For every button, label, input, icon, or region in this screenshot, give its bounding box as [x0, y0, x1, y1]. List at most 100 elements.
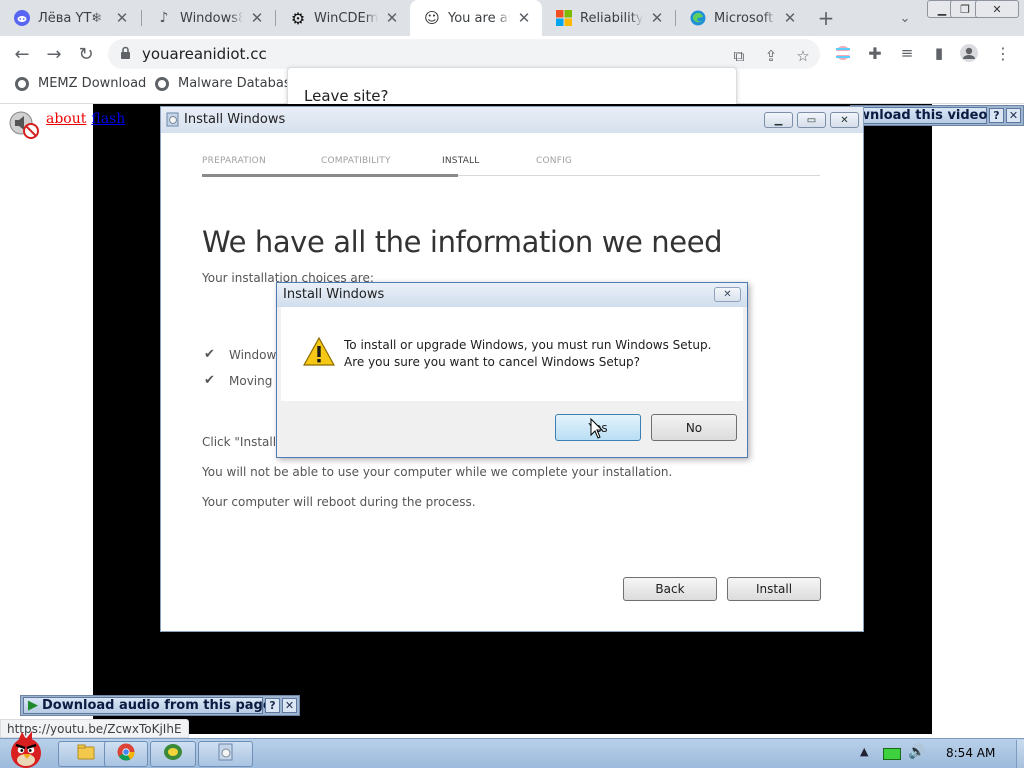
smiley-icon: ☺	[424, 9, 440, 27]
extension-flag-icon[interactable]	[832, 42, 854, 64]
step-install: INSTALL	[442, 156, 480, 166]
dialog-title: Install Windows	[283, 287, 385, 302]
tab-close-icon[interactable]: ✕	[247, 8, 267, 28]
page-links: about flash	[46, 111, 130, 127]
setup-disc-icon	[218, 743, 234, 765]
tab-title: WinCDEmu	[314, 10, 378, 26]
side-panel-icon[interactable]: ▮	[928, 42, 950, 64]
download-audio-button[interactable]: ▶ Download audio from this page	[23, 697, 272, 714]
chrome-icon	[117, 743, 135, 765]
close-icon[interactable]: ✕	[1006, 108, 1021, 123]
download-video-bar: wnload this video ? ✕	[850, 105, 1024, 126]
forward-arrow-icon[interactable]: →	[40, 40, 68, 68]
globe-icon	[155, 76, 169, 91]
tab-search-chevron-icon[interactable]: ⌄	[894, 7, 916, 29]
tab-close-icon[interactable]: ✕	[780, 8, 800, 28]
install-button[interactable]: Install	[727, 577, 821, 601]
setup-heading: We have all the information we need	[202, 225, 723, 259]
taskbar-setup-button[interactable]	[198, 741, 253, 767]
choice-windows: Windows	[229, 348, 283, 362]
bookmark-label: Malware Database	[178, 76, 299, 91]
angry-bird-start-icon[interactable]	[2, 729, 52, 769]
tab-close-icon[interactable]: ✕	[112, 8, 132, 28]
dialog-title-bar: Install Windows ✕	[277, 283, 747, 307]
tab-reliability[interactable]: Reliability a ✕	[542, 0, 675, 36]
step-preparation: PREPARATION	[202, 156, 266, 166]
back-arrow-icon[interactable]: ←	[8, 40, 36, 68]
leave-site-title: Leave site?	[304, 87, 389, 105]
bookmark-malware-database[interactable]: Malware Database	[155, 76, 299, 91]
tab-leva[interactable]: Лёва YT❄ ✕	[0, 0, 140, 36]
bookmark-label: MEMZ Download	[38, 76, 147, 91]
tab-title: You are an I	[448, 10, 510, 26]
no-button[interactable]: No	[651, 414, 737, 441]
share-icon[interactable]: ⇪	[760, 45, 782, 67]
extensions-puzzle-icon[interactable]: ✚	[864, 42, 886, 64]
dialog-message: To install or upgrade Windows, you must …	[344, 337, 711, 371]
setup-title-bar: Install Windows ▁ ▭ ✕	[161, 107, 863, 133]
download-video-button[interactable]: wnload this video	[851, 107, 987, 124]
show-desktop-button[interactable]	[1016, 740, 1024, 768]
media-control-icon[interactable]: ≡	[896, 42, 918, 64]
dialog-message-line1: To install or upgrade Windows, you must …	[344, 338, 712, 352]
tab-title: Microsoft E	[714, 10, 776, 26]
setup-close-button[interactable]: ✕	[830, 112, 859, 128]
step-compatibility: COMPATIBILITY	[321, 156, 391, 166]
tab-title: Reliability a	[580, 10, 643, 26]
tray-expand-icon[interactable]: ▲	[860, 745, 868, 758]
no-use-note: You will not be able to use your compute…	[202, 465, 673, 479]
close-icon[interactable]: ✕	[282, 698, 297, 713]
battery-icon[interactable]	[883, 748, 901, 760]
gear-icon: ⚙	[290, 8, 306, 28]
setup-minimize-button[interactable]: ▁	[764, 112, 793, 128]
back-button[interactable]: Back	[623, 577, 717, 601]
bookmark-star-icon[interactable]: ☆	[792, 45, 814, 67]
media-player-icon	[163, 743, 183, 765]
bookmark-memz-download[interactable]: MEMZ Download	[15, 76, 146, 91]
music-note-icon: ♪	[159, 10, 169, 26]
click-install-text: Click "Install"	[202, 435, 282, 449]
cancel-setup-dialog: Install Windows ✕ To install or upgrade …	[276, 282, 748, 458]
tab-title: Windows8-	[180, 10, 243, 26]
window-close-button[interactable]: ✕	[975, 0, 1019, 18]
step-config: CONFIG	[536, 156, 573, 166]
taskbar-chrome-button[interactable]	[104, 741, 148, 767]
tab-microsoft-edge[interactable]: Microsoft E ✕	[676, 0, 808, 36]
tab-wincdemu[interactable]: ⚙ WinCDEmu ✕	[276, 0, 410, 36]
reboot-note: Your computer will reboot during the pro…	[202, 495, 476, 509]
taskbar: ▲ 🔊 8:54 AM	[0, 731, 1024, 768]
lock-icon	[120, 46, 131, 64]
play-triangle-icon: ▶	[28, 698, 38, 713]
setup-disc-icon	[166, 112, 180, 131]
reload-icon[interactable]: ↻	[72, 40, 100, 68]
discord-icon	[14, 10, 30, 26]
help-icon[interactable]: ?	[265, 698, 280, 713]
address-bar[interactable]: youareanidiot.cc ⧉ ⇪ ☆	[108, 39, 820, 69]
tab-close-icon[interactable]: ✕	[647, 8, 667, 28]
tab-close-icon[interactable]: ✕	[382, 8, 402, 28]
leave-site-dialog: Leave site?	[287, 67, 737, 108]
taskbar-clock[interactable]: 8:54 AM	[946, 746, 995, 760]
setup-window-title: Install Windows	[184, 112, 286, 127]
tab-you-are-an-idiot[interactable]: ☺ You are an I ✕	[410, 0, 542, 36]
tab-windows8[interactable]: ♪ Windows8- ✕	[142, 0, 275, 36]
about-link[interactable]: about	[46, 111, 86, 127]
taskbar-media-button[interactable]	[150, 741, 196, 767]
globe-icon	[15, 76, 29, 91]
download-audio-bar: ▶ Download audio from this page ? ✕	[20, 695, 300, 716]
browser-toolbar: ← → ↻ youareanidiot.cc ⧉ ⇪ ☆ ✚ ≡ ▮ ⋮	[0, 36, 1024, 70]
tab-close-icon[interactable]: ✕	[514, 8, 534, 28]
setup-progress-fill	[202, 174, 458, 177]
speaker-muted-icon[interactable]	[8, 110, 40, 144]
cast-blocked-icon[interactable]: ⧉	[728, 45, 750, 67]
browser-tab-strip: Лёва YT❄ ✕ ♪ Windows8- ✕ ⚙ WinCDEmu ✕ ☺ …	[0, 0, 1024, 36]
volume-icon[interactable]: 🔊	[908, 744, 925, 760]
setup-maximize-button[interactable]: ▭	[797, 112, 826, 128]
more-menu-icon[interactable]: ⋮	[992, 42, 1014, 64]
profile-avatar-icon[interactable]	[958, 42, 980, 64]
help-icon[interactable]: ?	[989, 108, 1004, 123]
dialog-close-button[interactable]: ✕	[714, 287, 741, 302]
new-tab-button[interactable]: +	[814, 6, 838, 30]
flash-link[interactable]: flash	[91, 111, 125, 127]
tab-title: Лёва YT❄	[38, 10, 103, 26]
